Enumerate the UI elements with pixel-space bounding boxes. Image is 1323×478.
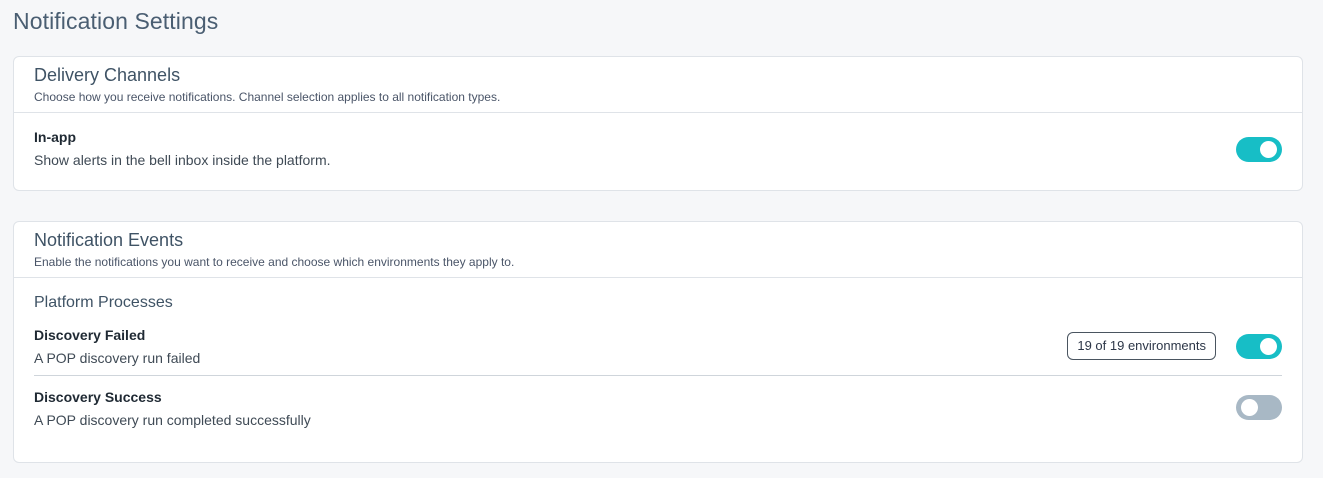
delivery-channels-subtitle: Choose how you receive notifications. Ch… bbox=[34, 90, 501, 104]
event-row-discovery-success: Discovery Success A POP discovery run co… bbox=[14, 376, 1302, 439]
event-row-discovery-failed: Discovery Failed A POP discovery run fai… bbox=[14, 312, 1302, 375]
notification-events-subtitle: Enable the notifications you want to rec… bbox=[34, 255, 515, 269]
channel-description: Show alerts in the bell inbox inside the… bbox=[34, 152, 331, 168]
toggle-knob bbox=[1260, 338, 1277, 355]
delivery-channels-card: Delivery Channels Choose how you receive… bbox=[13, 56, 1303, 191]
in-app-toggle[interactable] bbox=[1236, 137, 1282, 162]
event-label: Discovery Success bbox=[34, 389, 162, 405]
channel-label: In-app bbox=[34, 129, 76, 145]
event-description: A POP discovery run completed successful… bbox=[34, 412, 311, 428]
platform-processes-heading: Platform Processes bbox=[34, 294, 173, 311]
toggle-knob bbox=[1260, 141, 1277, 158]
delivery-channels-title: Delivery Channels bbox=[34, 65, 181, 85]
notification-events-card: Notification Events Enable the notificat… bbox=[13, 221, 1303, 463]
environments-selector-button[interactable]: 19 of 19 environments bbox=[1067, 332, 1216, 360]
discovery-failed-toggle[interactable] bbox=[1236, 334, 1282, 359]
delivery-channels-header: Delivery Channels Choose how you receive… bbox=[14, 57, 1302, 113]
page-title: Notification Settings bbox=[13, 8, 219, 34]
discovery-success-toggle[interactable] bbox=[1236, 395, 1282, 420]
toggle-knob bbox=[1241, 399, 1258, 416]
channel-row-in-app: In-app Show alerts in the bell inbox ins… bbox=[14, 113, 1302, 191]
notification-events-header: Notification Events Enable the notificat… bbox=[14, 222, 1302, 278]
notification-events-title: Notification Events bbox=[34, 230, 184, 250]
